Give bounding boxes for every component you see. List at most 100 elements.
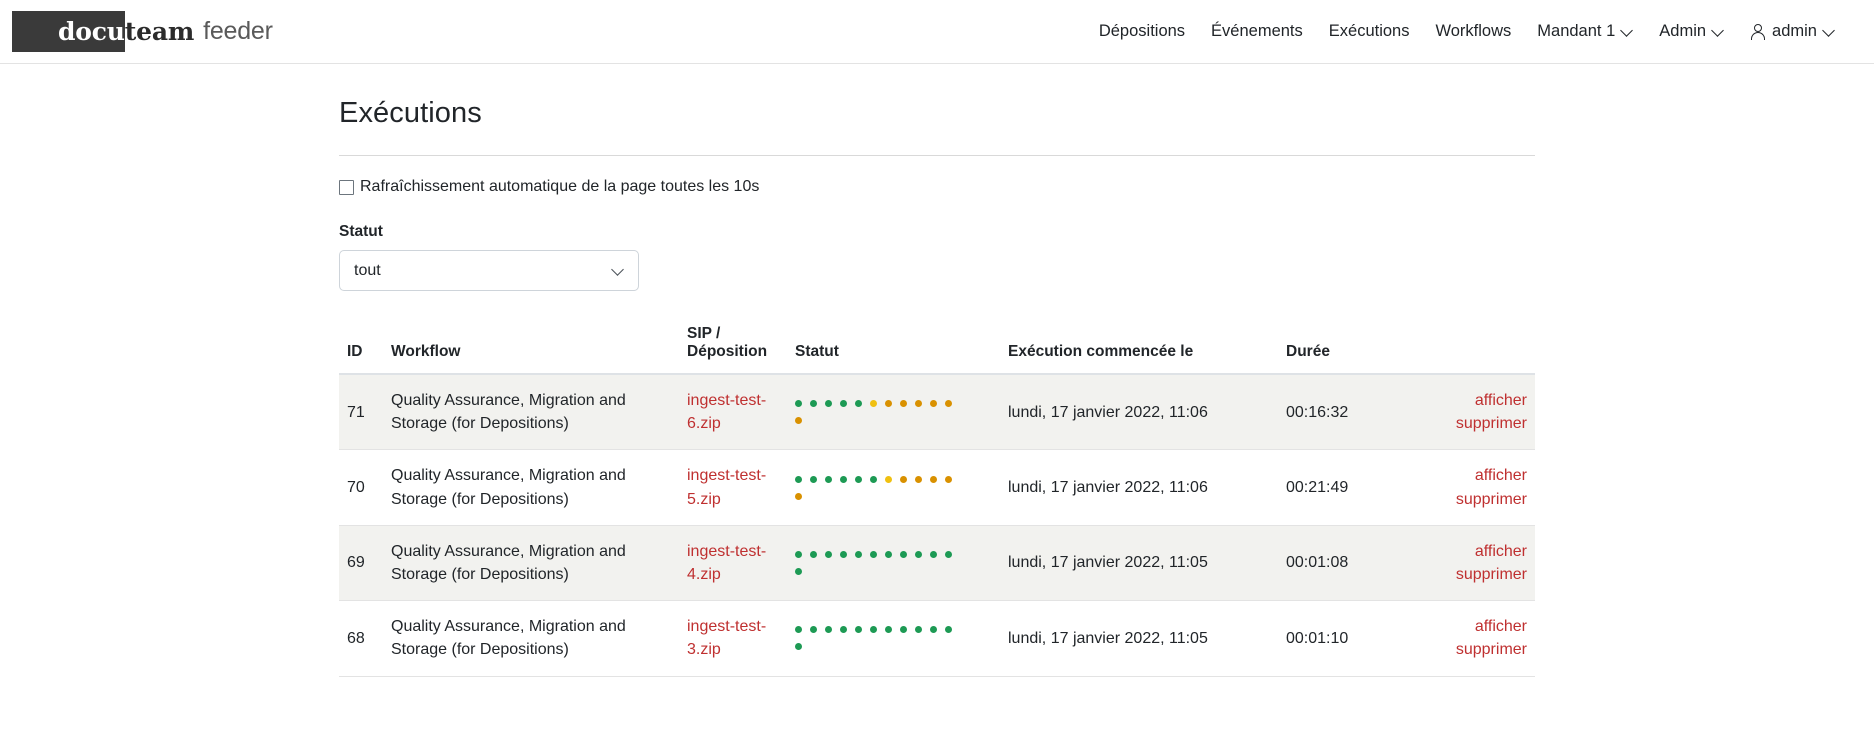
status-dot-green (870, 550, 877, 558)
cell-id: 71 (339, 374, 383, 451)
sip-link[interactable]: ingest-test-4.zip (687, 540, 779, 586)
status-dot-green (840, 475, 847, 483)
status-dot-green (825, 626, 832, 634)
nav-admin-label: Admin (1659, 22, 1707, 40)
title-divider (339, 155, 1535, 156)
sip-link[interactable]: ingest-test-6.zip (687, 389, 779, 435)
cell-workflow: Quality Assurance, Migration and Storage… (383, 374, 679, 451)
cell-sip: ingest-test-4.zip (679, 525, 787, 602)
status-dot-green (885, 550, 892, 558)
nav-depositions-label: Dépositions (1098, 22, 1186, 40)
nav-workflows[interactable]: Workflows (1422, 14, 1524, 49)
status-dot-green (810, 400, 817, 408)
status-dot-yellow (885, 475, 892, 483)
executions-table: ID Workflow SIP / Déposition Statut Exéc… (339, 325, 1535, 677)
status-dot-orange (945, 475, 952, 483)
cell-status (787, 374, 1000, 451)
cell-actions: afficher supprimer (1408, 525, 1535, 602)
cell-id: 69 (339, 525, 383, 602)
cell-started: lundi, 17 janvier 2022, 11:06 (1000, 449, 1278, 526)
brand-team: team (124, 11, 194, 52)
view-link[interactable]: afficher (1416, 464, 1527, 487)
view-link[interactable]: afficher (1416, 540, 1527, 563)
status-dot-orange (945, 400, 952, 408)
cell-id: 68 (339, 600, 383, 677)
status-dot-green (930, 550, 937, 558)
cell-started: lundi, 17 janvier 2022, 11:05 (1000, 600, 1278, 677)
status-dot-green (855, 475, 862, 483)
status-dot-green (870, 626, 877, 634)
status-dot-green (825, 475, 832, 483)
nav-evenements-label: Événements (1211, 22, 1303, 40)
cell-started: lundi, 17 janvier 2022, 11:06 (1000, 374, 1278, 451)
status-filter-value: tout (354, 261, 381, 279)
status-filter-wrap: tout (339, 250, 639, 291)
status-dots (795, 546, 961, 580)
cell-sip: ingest-test-5.zip (679, 449, 787, 526)
status-dot-green (795, 475, 802, 483)
table-row: 68 Quality Assurance, Migration and Stora… (339, 600, 1535, 677)
cell-sip: ingest-test-6.zip (679, 374, 787, 451)
status-dot-green (885, 626, 892, 634)
cell-id: 70 (339, 449, 383, 526)
autorefresh-label: Rafraîchissement automatique de la page … (360, 178, 760, 195)
cell-status (787, 600, 1000, 677)
status-dot-orange (930, 400, 937, 408)
nav-user-label: admin (1772, 22, 1817, 40)
status-dot-orange (900, 475, 907, 483)
status-dot-green (900, 626, 907, 634)
status-dot-green (840, 400, 847, 408)
delete-link[interactable]: supprimer (1416, 488, 1527, 511)
header-id: ID (339, 325, 383, 375)
status-dot-green (855, 400, 862, 408)
status-dot-green (810, 475, 817, 483)
page-container: Exécutions Rafraîchissement automatique … (339, 64, 1535, 677)
status-dot-green (900, 550, 907, 558)
brand-logo[interactable]: docu team feeder (12, 11, 273, 52)
view-link[interactable]: afficher (1416, 389, 1527, 412)
cell-duration: 00:21:49 (1278, 449, 1408, 526)
status-dot-orange (795, 417, 802, 425)
cell-actions: afficher supprimer (1408, 374, 1535, 451)
chevron-down-icon (1622, 25, 1633, 36)
nav-evenements[interactable]: Événements (1198, 14, 1316, 49)
status-dot-green (795, 626, 802, 634)
status-dots (795, 621, 961, 655)
status-filter-select[interactable]: tout (339, 250, 639, 291)
cell-workflow: Quality Assurance, Migration and Storage… (383, 449, 679, 526)
header-started: Exécution commencée le (1000, 325, 1278, 375)
status-dot-green (795, 550, 802, 558)
autorefresh-checkbox[interactable] (339, 179, 354, 195)
cell-duration: 00:01:10 (1278, 600, 1408, 677)
person-icon (1750, 24, 1765, 40)
chevron-down-icon (1713, 25, 1724, 36)
sip-link[interactable]: ingest-test-3.zip (687, 615, 779, 661)
nav-mandant[interactable]: Mandant 1 (1524, 14, 1646, 49)
nav-executions[interactable]: Exécutions (1316, 14, 1423, 49)
nav-workflows-label: Workflows (1435, 22, 1512, 40)
nav-user[interactable]: admin (1737, 14, 1848, 49)
status-dot-orange (795, 492, 802, 500)
view-link[interactable]: afficher (1416, 615, 1527, 638)
header-statut: Statut (787, 325, 1000, 375)
cell-workflow: Quality Assurance, Migration and Storage… (383, 600, 679, 677)
status-dot-yellow (870, 400, 877, 408)
delete-link[interactable]: supprimer (1416, 563, 1527, 586)
cell-duration: 00:01:08 (1278, 525, 1408, 602)
status-dot-green (825, 400, 832, 408)
table-row: 69 Quality Assurance, Migration and Stora… (339, 525, 1535, 602)
nav-executions-label: Exécutions (1328, 22, 1410, 40)
top-navbar: docu team feeder Dépositions Événements Exéc… (0, 0, 1874, 64)
header-actions (1408, 325, 1535, 375)
delete-link[interactable]: supprimer (1416, 638, 1527, 661)
nav-depositions[interactable]: Dépositions (1086, 14, 1198, 49)
sip-link[interactable]: ingest-test-5.zip (687, 464, 779, 510)
delete-link[interactable]: supprimer (1416, 412, 1527, 435)
nav-admin[interactable]: Admin (1646, 14, 1737, 49)
cell-workflow: Quality Assurance, Migration and Storage… (383, 525, 679, 602)
brand-docu: docu (12, 11, 125, 52)
cell-status (787, 525, 1000, 602)
status-dot-green (840, 626, 847, 634)
chevron-down-icon (613, 265, 624, 276)
main-nav: Dépositions Événements Exécutions Workflows… (1086, 14, 1848, 49)
